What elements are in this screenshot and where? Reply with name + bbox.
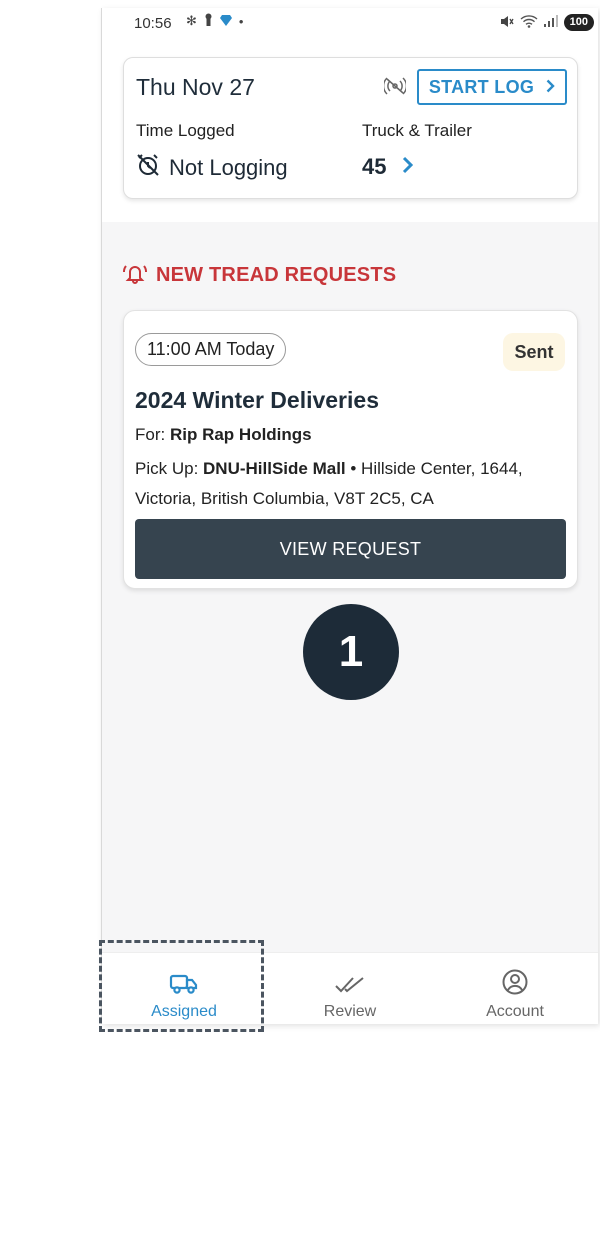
wifi-icon: [520, 14, 538, 31]
status-time: 10:56: [134, 15, 172, 32]
nav-account-label: Account: [486, 1003, 544, 1020]
customer-name: Rip Rap Holdings: [169, 425, 312, 444]
truck-number: 45: [362, 154, 387, 179]
double-check-icon: [290, 965, 410, 995]
request-time-chip: 11:00 AM Today: [135, 333, 287, 366]
tutorial-step-marker: 1: [303, 604, 399, 700]
logging-status: Not Logging: [136, 153, 288, 182]
chevron-right-icon: [402, 154, 414, 180]
truck-trailer-label: Truck & Trailer: [362, 121, 472, 140]
log-card: Thu Nov 27 START LOG Time Logged Truck &…: [123, 57, 578, 199]
status-notification-icons: ✻ •: [186, 13, 243, 29]
dot-icon: •: [238, 13, 244, 29]
request-pickup: Pick Up: DNU-HillSide Mall • Hillside Ce…: [135, 454, 565, 514]
pickup-label: Pick Up:: [135, 459, 199, 478]
start-log-label: START LOG: [428, 76, 535, 97]
phone-screen: 10:56 ✻ • 100 Thu Nov 27 START LOG Time …: [101, 8, 598, 1024]
log-date: Thu Nov 27: [136, 74, 255, 100]
truck-trailer-link[interactable]: 45: [362, 154, 414, 180]
diamond-icon: [219, 14, 232, 29]
request-title: 2024 Winter Deliveries: [135, 387, 379, 413]
user-circle-icon: [455, 965, 575, 995]
tutorial-highlight-box: [99, 940, 264, 1032]
time-logged-label: Time Logged: [136, 121, 235, 140]
keyhole-icon: [204, 13, 213, 29]
battery-indicator: 100: [563, 14, 594, 31]
nav-review-label: Review: [323, 1003, 377, 1020]
status-badge: Sent: [503, 333, 565, 371]
signal-bars-icon: [543, 15, 558, 30]
start-log-button[interactable]: START LOG: [417, 69, 567, 105]
for-label: For:: [135, 425, 166, 444]
status-system-icons: 100: [500, 14, 594, 31]
bell-ringing-icon: [122, 262, 148, 289]
pickup-name: DNU-HillSide Mall: [203, 459, 346, 478]
not-logging-text: Not Logging: [169, 154, 288, 180]
request-card[interactable]: 11:00 AM Today Sent 2024 Winter Deliveri…: [123, 310, 578, 589]
request-customer: For: Rip Rap Holdings: [135, 425, 312, 445]
status-bar: 10:56 ✻ • 100: [102, 8, 598, 42]
snowflake-icon: ✻: [186, 13, 197, 28]
mute-icon: [500, 15, 514, 31]
alarm-off-icon: [136, 153, 160, 182]
section-title: NEW TREAD REQUESTS: [156, 264, 397, 286]
nav-account[interactable]: Account: [455, 965, 575, 1021]
view-request-button[interactable]: VIEW REQUEST: [135, 519, 566, 579]
eld-connection-icon[interactable]: [382, 77, 408, 100]
nav-review[interactable]: Review: [290, 965, 410, 1021]
chevron-right-icon: [546, 77, 555, 98]
section-header: NEW TREAD REQUESTS: [122, 262, 396, 289]
